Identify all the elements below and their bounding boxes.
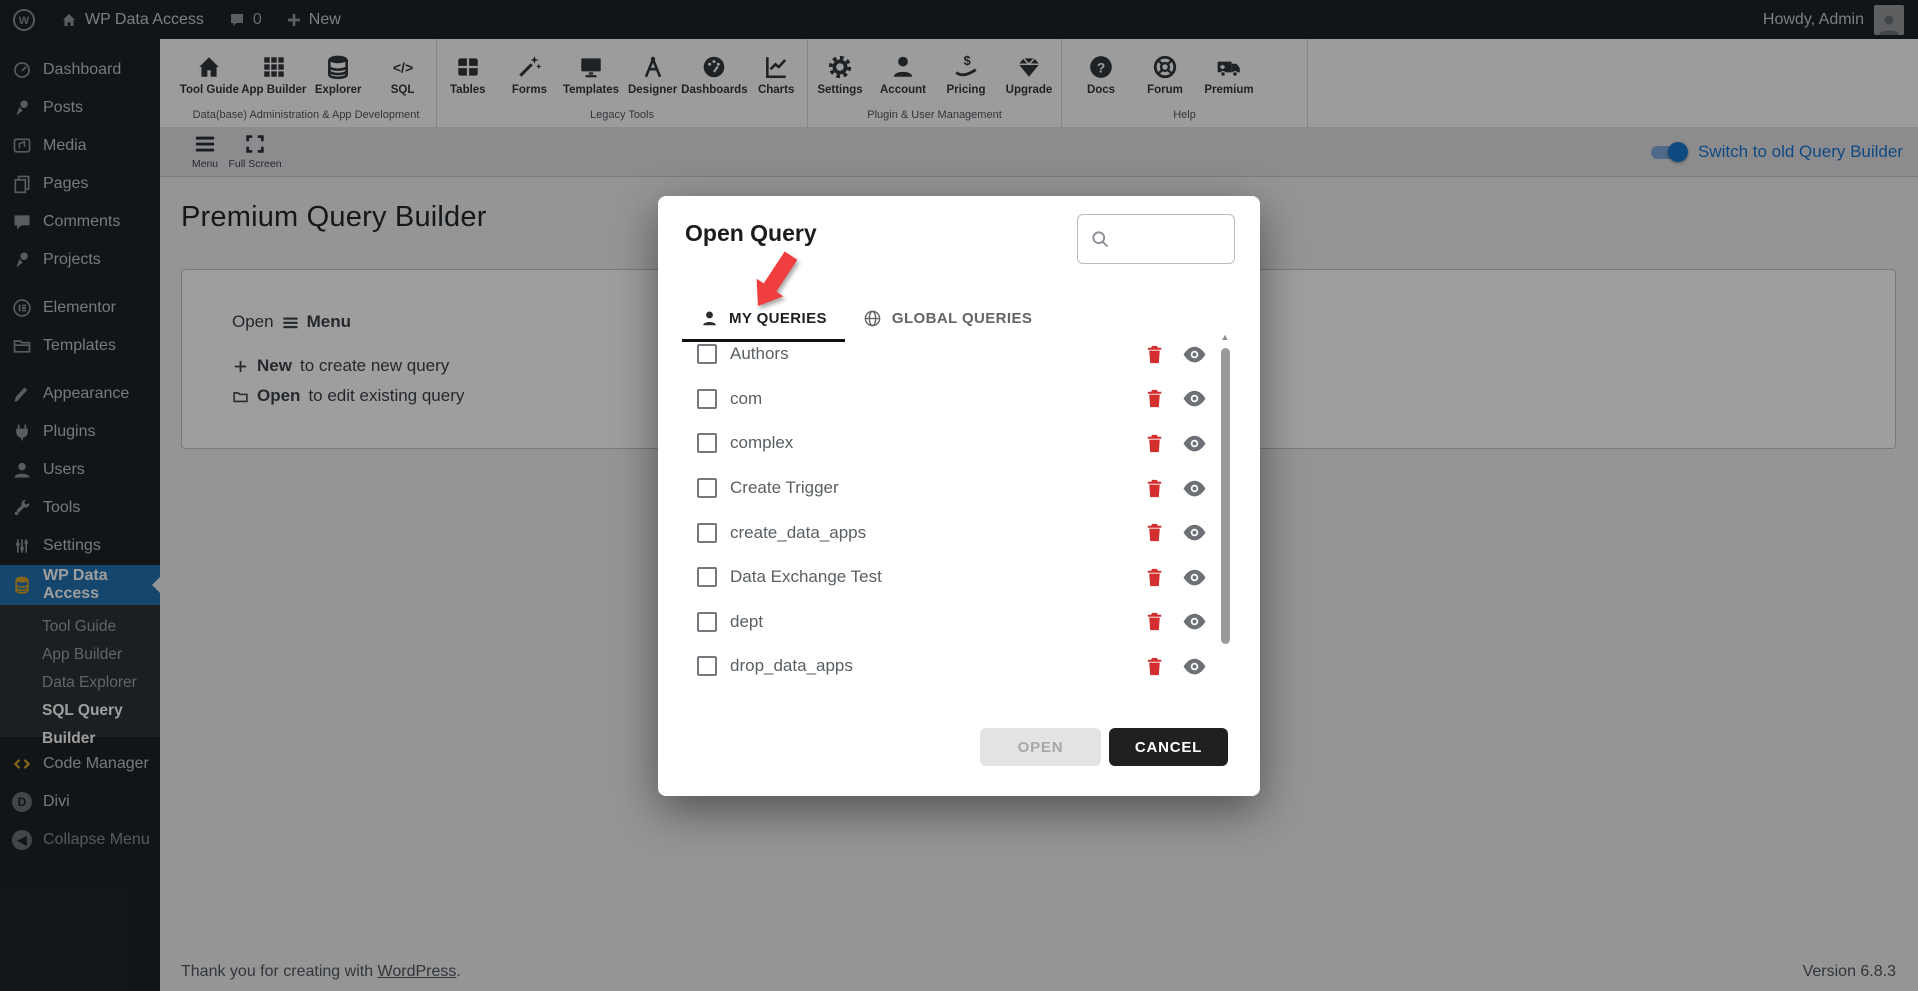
trash-icon xyxy=(1143,477,1166,500)
query-checkbox[interactable] xyxy=(697,612,717,632)
query-list: Authors com complex Create Trigger creat… xyxy=(684,332,1222,689)
cancel-button[interactable]: CANCEL xyxy=(1109,728,1228,766)
query-row: create_data_apps xyxy=(684,510,1222,555)
preview-query-button[interactable] xyxy=(1182,565,1207,590)
eye-icon xyxy=(1182,431,1207,456)
trash-icon xyxy=(1143,432,1166,455)
query-row: dept xyxy=(684,600,1222,645)
trash-icon xyxy=(1143,610,1166,633)
scrollbar-thumb[interactable] xyxy=(1221,348,1230,644)
preview-query-button[interactable] xyxy=(1182,431,1207,456)
scroll-up-arrow[interactable]: ▲ xyxy=(1218,332,1232,342)
preview-query-button[interactable] xyxy=(1182,476,1207,501)
eye-icon xyxy=(1182,386,1207,411)
preview-query-button[interactable] xyxy=(1182,520,1207,545)
query-name: Data Exchange Test xyxy=(730,567,882,587)
delete-query-button[interactable] xyxy=(1143,432,1166,455)
preview-query-button[interactable] xyxy=(1182,386,1207,411)
query-name: Create Trigger xyxy=(730,478,839,498)
query-checkbox[interactable] xyxy=(697,567,717,587)
delete-query-button[interactable] xyxy=(1143,566,1166,589)
delete-query-button[interactable] xyxy=(1143,343,1166,366)
eye-icon xyxy=(1182,476,1207,501)
eye-icon xyxy=(1182,342,1207,367)
query-name: create_data_apps xyxy=(730,523,866,543)
query-checkbox[interactable] xyxy=(697,656,717,676)
trash-icon xyxy=(1143,343,1166,366)
eye-icon xyxy=(1182,565,1207,590)
open-query-dialog: Open Query MY QUERIES GLOBAL QUERIES Aut… xyxy=(658,196,1260,796)
query-checkbox[interactable] xyxy=(697,344,717,364)
trash-icon xyxy=(1143,566,1166,589)
globe-icon xyxy=(863,309,882,328)
tab-label: GLOBAL QUERIES xyxy=(892,310,1032,327)
eye-icon xyxy=(1182,520,1207,545)
tab-label: MY QUERIES xyxy=(729,310,827,327)
trash-icon xyxy=(1143,521,1166,544)
query-name: dept xyxy=(730,612,763,632)
delete-query-button[interactable] xyxy=(1143,655,1166,678)
delete-query-button[interactable] xyxy=(1143,477,1166,500)
delete-query-button[interactable] xyxy=(1143,387,1166,410)
eye-icon xyxy=(1182,654,1207,679)
dialog-actions: OPEN CANCEL xyxy=(980,728,1228,766)
search-input[interactable] xyxy=(1118,230,1234,248)
query-checkbox[interactable] xyxy=(697,523,717,543)
preview-query-button[interactable] xyxy=(1182,342,1207,367)
search-icon xyxy=(1090,229,1110,249)
query-row: com xyxy=(684,377,1222,422)
query-row: drop_data_apps xyxy=(684,644,1222,689)
query-name: drop_data_apps xyxy=(730,656,853,676)
eye-icon xyxy=(1182,609,1207,634)
query-name: Authors xyxy=(730,344,789,364)
query-row: Create Trigger xyxy=(684,466,1222,511)
query-checkbox[interactable] xyxy=(697,389,717,409)
query-row: Authors xyxy=(684,332,1222,377)
preview-query-button[interactable] xyxy=(1182,609,1207,634)
open-button[interactable]: OPEN xyxy=(980,728,1101,766)
delete-query-button[interactable] xyxy=(1143,610,1166,633)
query-row: Data Exchange Test xyxy=(684,555,1222,600)
query-search-box[interactable] xyxy=(1077,214,1235,264)
query-checkbox[interactable] xyxy=(697,433,717,453)
delete-query-button[interactable] xyxy=(1143,521,1166,544)
person-icon xyxy=(700,309,719,328)
trash-icon xyxy=(1143,655,1166,678)
trash-icon xyxy=(1143,387,1166,410)
query-name: complex xyxy=(730,433,793,453)
query-row: complex xyxy=(684,421,1222,466)
query-checkbox[interactable] xyxy=(697,478,717,498)
preview-query-button[interactable] xyxy=(1182,654,1207,679)
query-name: com xyxy=(730,389,762,409)
